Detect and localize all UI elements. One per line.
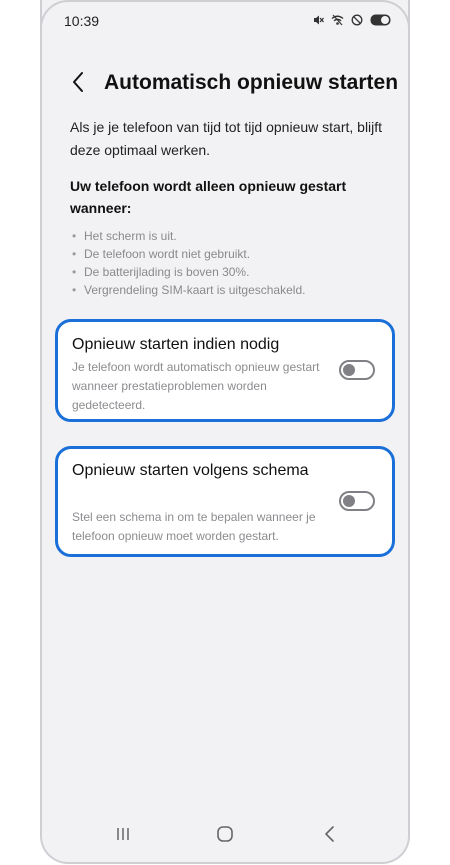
status-icons [312, 14, 392, 26]
chevron-left-icon [71, 71, 85, 98]
do-not-disturb-icon [351, 14, 363, 26]
toggle-knob [343, 495, 355, 507]
status-bar: 10:39 [42, 0, 408, 44]
option-description: Je telefoon wordt automatisch opnieuw ge… [72, 360, 320, 412]
nav-back-button[interactable] [314, 824, 344, 848]
wifi-off-icon [331, 14, 344, 26]
header: Automatisch opnieuw starten [42, 62, 408, 106]
condition-item: Vergrendeling SIM-kaart is uitgeschakeld… [72, 281, 392, 299]
navigation-bar [42, 812, 408, 862]
status-time: 10:39 [64, 13, 100, 29]
intro-text: Als je je telefoon van tijd tot tijd opn… [70, 119, 383, 158]
restart-on-schedule-option[interactable]: Opnieuw starten volgens schema Stel een … [55, 446, 395, 557]
condition-item: De telefoon wordt niet gebruikt. [72, 245, 392, 263]
back-button[interactable] [62, 68, 94, 100]
battery-icon [370, 14, 392, 26]
toggle-knob [343, 364, 355, 376]
condition-item: Het scherm is uit. [72, 227, 392, 245]
page-title: Automatisch opnieuw starten [104, 71, 399, 94]
phone-screen: 10:39 Automatisch opnieuw starten Als je… [40, 0, 410, 864]
back-icon [323, 825, 335, 848]
home-icon [216, 825, 234, 848]
mute-icon [312, 14, 324, 26]
restart-on-schedule-toggle[interactable] [339, 491, 375, 511]
recent-apps-button[interactable] [108, 824, 138, 848]
restart-when-needed-option[interactable]: Opnieuw starten indien nodig Je telefoon… [55, 319, 395, 422]
recent-apps-icon [115, 826, 131, 847]
restart-when-needed-toggle[interactable] [339, 360, 375, 380]
option-title: Opnieuw starten volgens schema [72, 462, 309, 479]
option-description: Stel een schema in om te bepalen wanneer… [72, 510, 316, 543]
home-button[interactable] [210, 824, 240, 848]
conditions-heading: Uw telefoon wordt alleen opnieuw gestart… [70, 178, 347, 216]
option-title: Opnieuw starten indien nodig [72, 336, 280, 353]
condition-item: De batterijlading is boven 30%. [72, 263, 392, 281]
conditions-list: Het scherm is uit. De telefoon wordt nie… [72, 227, 392, 299]
